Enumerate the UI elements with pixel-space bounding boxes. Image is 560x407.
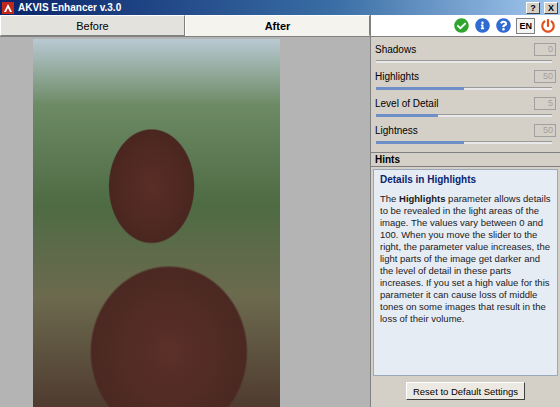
slider-panel: Shadows 0 Highlights 50 Level of Detail 5 Ligh… — [371, 37, 560, 152]
akvis-logo-icon — [2, 2, 14, 14]
slider-fill — [376, 87, 464, 90]
slider-head: Highlights 50 — [375, 69, 556, 83]
help-icon[interactable] — [495, 18, 511, 34]
slider-track[interactable] — [376, 114, 552, 117]
title-button[interactable]: X — [544, 2, 558, 14]
slider-row: Shadows 0 — [375, 42, 556, 63]
view-tab[interactable]: Before — [0, 15, 185, 36]
slider-track[interactable] — [376, 141, 552, 144]
slider-head: Lightness 50 — [375, 123, 556, 137]
slider-label: Shadows — [375, 44, 416, 55]
slider-value[interactable]: 50 — [534, 70, 556, 83]
power-icon[interactable] — [540, 18, 556, 34]
slider-head: Level of Detail 5 — [375, 96, 556, 110]
slider-value[interactable]: 0 — [534, 43, 556, 56]
view-tab[interactable]: After — [185, 15, 370, 36]
window-title: AKVIS Enhancer v.3.0 — [18, 1, 522, 14]
tab-bar: BeforeAfter — [0, 15, 370, 37]
hints-header: Hints — [371, 152, 560, 167]
slider-row: Highlights 50 — [375, 69, 556, 90]
slider-fill — [376, 114, 438, 117]
slider-value[interactable]: 50 — [534, 124, 556, 137]
main-area: BeforeAfter EN Shadows 0 Highlights 50 Level o… — [0, 15, 560, 407]
title-bar: AKVIS Enhancer v.3.0? X — [0, 0, 560, 15]
reset-button[interactable]: Reset to Default Settings — [406, 382, 525, 400]
slider-track[interactable] — [376, 60, 552, 63]
slider-head: Shadows 0 — [375, 42, 556, 56]
footer: Reset to Default Settings — [371, 376, 560, 407]
slider-label: Lightness — [375, 125, 418, 136]
app-window: AKVIS Enhancer v.3.0?XBeforeAfterENShado… — [0, 0, 560, 407]
info-icon[interactable] — [474, 18, 490, 34]
slider-track[interactable] — [376, 87, 552, 90]
slider-row: Lightness 50 — [375, 123, 556, 144]
slider-label: Highlights — [375, 71, 419, 82]
toolbar: EN — [371, 15, 560, 37]
image-viewer — [0, 37, 370, 407]
slider-fill — [376, 141, 464, 144]
hint-title: Details in Highlights — [380, 174, 551, 185]
hint-box: Details in Highlights The Highlights para… — [373, 169, 558, 376]
slider-value[interactable]: 5 — [534, 97, 556, 110]
slider-label: Level of Detail — [375, 98, 438, 109]
hint-text: The Highlights parameter allows details … — [380, 193, 551, 325]
slider-row: Level of Detail 5 — [375, 96, 556, 117]
settings-panel: EN Shadows 0 Highlights 50 Level of Detail 5 Li… — [370, 15, 560, 407]
image-column: BeforeAfter — [0, 15, 370, 407]
apply-check-icon[interactable] — [453, 18, 469, 34]
photo — [33, 39, 280, 407]
language-button[interactable]: EN — [516, 18, 535, 34]
title-button[interactable]: ? — [526, 2, 540, 14]
